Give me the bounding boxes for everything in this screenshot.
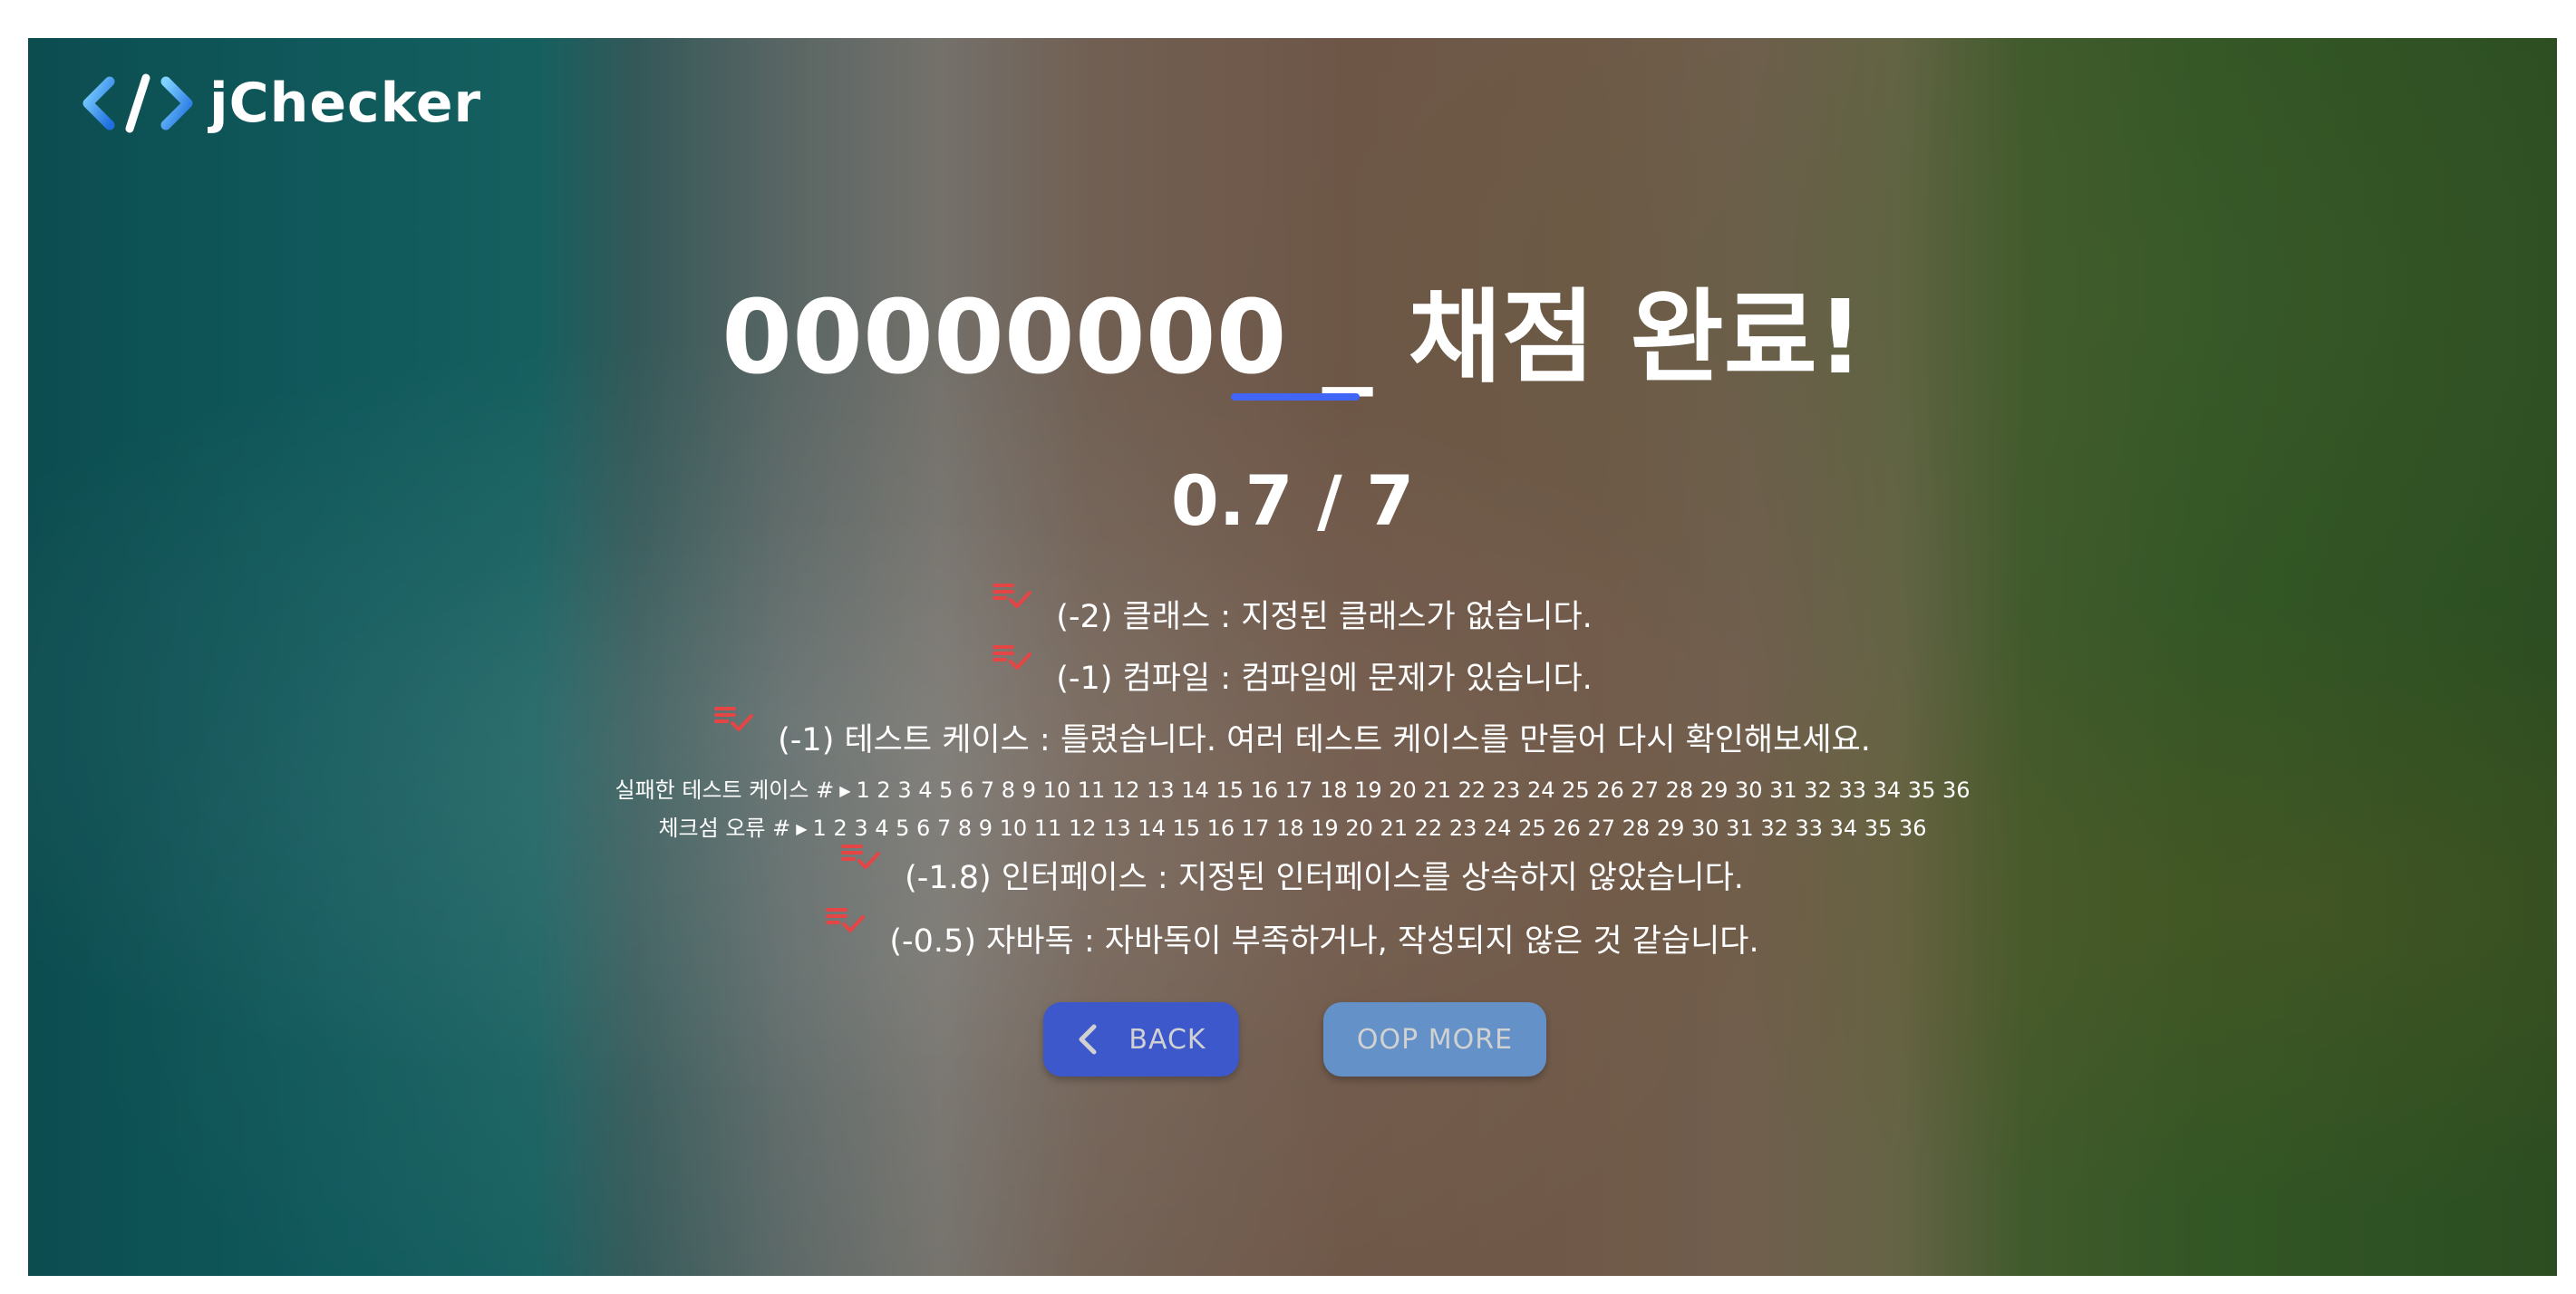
oop-more-button-label: OOP MORE (1356, 1023, 1514, 1056)
back-button[interactable]: BACK (1043, 1002, 1239, 1077)
deduction-text: (-1.8) 인터페이스 : 지정된 인터페이스를 상속하지 않았습니다. (905, 860, 1744, 896)
checklist-icon (993, 584, 1032, 608)
deduction-text: (-2) 클래스 : 지정된 클래스가 없습니다. (1056, 599, 1593, 635)
background-photo: jChecker 00000000 _ 채점 완료! 0.7 / 7 (-2) … (28, 38, 2557, 1276)
play-triangle-icon[interactable]: ▶ (796, 820, 807, 837)
title-underline (1231, 393, 1360, 401)
checklist-icon (993, 645, 1032, 670)
page-title: 00000000 _ 채점 완료! (721, 279, 1864, 397)
chevron-left-icon (1079, 1024, 1097, 1055)
checklist-icon (714, 707, 754, 731)
deduction-item: (-0.5) 자바독 : 자바독이 부족하거나, 작성되지 않은 것 같습니다. (28, 908, 2557, 961)
checksum-errors: 체크섬 오류 # ▶ 1 2 3 4 5 6 7 8 9 10 11 12 13 1… (28, 810, 2557, 842)
failed-test-label: 실패한 테스트 케이스 # (615, 777, 835, 803)
checksum-numbers: 1 2 3 4 5 6 7 8 9 10 11 12 13 14 15 16 1… (812, 816, 1927, 841)
deduction-item: (-1) 테스트 케이스 : 틀렸습니다. 여러 테스트 케이스를 만들어 다시… (28, 707, 2557, 760)
logo[interactable]: jChecker (82, 71, 481, 136)
deduction-item: (-1.8) 인터페이스 : 지정된 인터페이스를 상속하지 않았습니다. (28, 845, 2557, 898)
deduction-text: (-1) 테스트 케이스 : 틀렸습니다. 여러 테스트 케이스를 만들어 다시… (778, 722, 1871, 758)
code-brackets-icon (82, 73, 193, 133)
deduction-item: (-2) 클래스 : 지정된 클래스가 없습니다. (28, 584, 2557, 637)
play-triangle-icon[interactable]: ▶ (839, 782, 850, 799)
deduction-item: (-1) 컴파일 : 컴파일에 문제가 있습니다. (28, 645, 2557, 699)
oop-more-button[interactable]: OOP MORE (1323, 1002, 1546, 1077)
score-value: 0.7 / 7 (1170, 460, 1415, 541)
failed-test-cases: 실패한 테스트 케이스 # ▶ 1 2 3 4 5 6 7 8 9 10 11 12… (28, 772, 2557, 804)
back-button-label: BACK (1128, 1023, 1206, 1056)
deduction-text: (-0.5) 자바독 : 자바독이 부족하거나, 작성되지 않은 것 같습니다. (889, 923, 1759, 960)
logo-text: jChecker (209, 72, 482, 135)
checksum-label: 체크섬 오류 # (658, 816, 791, 841)
checklist-icon (841, 845, 881, 869)
deduction-text: (-1) 컴파일 : 컴파일에 문제가 있습니다. (1056, 661, 1593, 697)
checklist-icon (826, 908, 866, 932)
failed-test-numbers: 1 2 3 4 5 6 7 8 9 10 11 12 13 14 15 16 1… (856, 777, 1971, 803)
